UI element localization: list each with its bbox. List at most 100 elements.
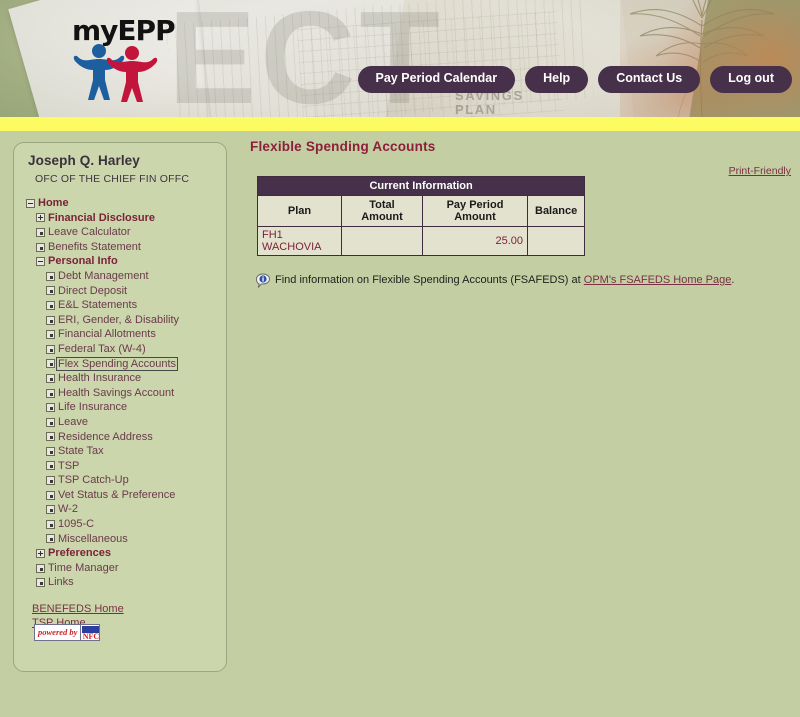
sidebar-item-label: ERI, Gender, & Disability xyxy=(58,313,180,326)
sidebar-item-state-tax[interactable]: State Tax xyxy=(22,444,218,459)
sidebar-item-flex-spending-accounts[interactable]: Flex Spending Accounts xyxy=(22,356,218,372)
sidebar-item-label: Benefits Statement xyxy=(48,240,141,253)
current-information-table: Current Information Plan Total Amount Pa… xyxy=(256,176,586,256)
pay-period-calendar-button[interactable]: Pay Period Calendar xyxy=(357,66,516,93)
expand-icon[interactable] xyxy=(36,549,45,559)
log-out-button[interactable]: Log out xyxy=(710,66,792,93)
sidebar-item-preferences[interactable]: Preferences xyxy=(22,546,218,561)
user-organization: OFC OF THE CHIEF FIN OFFC xyxy=(35,173,190,185)
nfc-logo-icon: NFC xyxy=(80,625,100,640)
leaf-node-icon xyxy=(36,242,45,252)
sidebar-item-label: Vet Status & Preference xyxy=(58,488,176,501)
leaf-node-icon xyxy=(46,388,55,398)
sidebar-item-label: Personal Info xyxy=(48,255,118,268)
leaf-node-icon xyxy=(36,227,45,237)
sidebar-item-links[interactable]: Links xyxy=(22,575,218,590)
expand-icon[interactable] xyxy=(36,213,45,223)
sidebar-item-label: Leave xyxy=(58,415,88,428)
sidebar-item-health-insurance[interactable]: Health Insurance xyxy=(22,371,218,386)
leaf-node-icon xyxy=(46,330,55,340)
print-friendly-link[interactable]: Print-Friendly xyxy=(729,165,791,177)
main-content: Flexible Spending Accounts Print-Friendl… xyxy=(250,139,794,289)
leaf-node-icon xyxy=(46,300,55,310)
sidebar-item-financial-allotments[interactable]: Financial Allotments xyxy=(22,327,218,342)
leaf-node-icon xyxy=(46,505,55,515)
leaf-node-icon xyxy=(46,534,55,544)
cell-total-amount xyxy=(341,226,423,256)
sidebar-item-e-l-statements[interactable]: E&L Statements xyxy=(22,298,218,313)
leaf-node-icon xyxy=(46,271,55,281)
opm-fsafeds-home-page-link[interactable]: OPM's FSAFEDS Home Page xyxy=(584,274,732,286)
sidebar-item-label: Health Savings Account xyxy=(58,386,175,399)
page-title: Flexible Spending Accounts xyxy=(250,139,436,154)
sidebar-item-health-savings-account[interactable]: Health Savings Account xyxy=(22,386,218,401)
sidebar-item-label: W-2 xyxy=(58,503,78,516)
leaf-node-icon xyxy=(46,417,55,427)
table-caption: Current Information xyxy=(256,176,586,196)
sidebar-item-tsp[interactable]: TSP xyxy=(22,459,218,474)
cell-pay-period-amount: 25.00 xyxy=(422,226,528,256)
user-name: Joseph Q. Harley xyxy=(28,153,140,168)
site-header: ECT SAVINGS PLAN myEPP xyxy=(0,0,800,117)
table-header-row: Plan Total Amount Pay Period Amount Bala… xyxy=(257,195,586,227)
contact-us-button[interactable]: Contact Us xyxy=(598,66,701,93)
myepp-logo[interactable]: myEPP xyxy=(66,14,176,102)
sidebar-item-direct-deposit[interactable]: Direct Deposit xyxy=(22,284,218,299)
sidebar-item-personal-info[interactable]: Personal Info xyxy=(22,254,218,269)
sidebar-item-federal-tax-w-4[interactable]: Federal Tax (W-4) xyxy=(22,342,218,357)
sidebar-item-leave[interactable]: Leave xyxy=(22,415,218,430)
table-row: FH1 WACHOVIA 25.00 xyxy=(257,226,586,256)
sidebar-item-label: Preferences xyxy=(48,547,111,560)
leaf-node-icon xyxy=(46,446,55,456)
leaf-node-icon xyxy=(46,432,55,442)
help-button[interactable]: Help xyxy=(525,66,589,93)
collapse-icon[interactable] xyxy=(36,257,45,267)
sidebar-item-debt-management[interactable]: Debt Management xyxy=(22,269,218,284)
leaf-node-icon xyxy=(46,315,55,325)
fsafeds-info-line: Find information on Flexible Spending Ac… xyxy=(255,273,794,289)
powered-by-nfc-badge: powered by NFC xyxy=(34,624,101,641)
sidebar-item-vet-status-preference[interactable]: Vet Status & Preference xyxy=(22,488,218,503)
sidebar-item-label: TSP Catch-Up xyxy=(58,474,129,487)
sidebar-item-label: E&L Statements xyxy=(58,299,138,312)
info-text-after: . xyxy=(731,274,735,286)
sidebar-item-home[interactable]: Home xyxy=(22,196,218,211)
table-body: FH1 WACHOVIA 25.00 xyxy=(257,226,586,256)
cell-plan: FH1 WACHOVIA xyxy=(257,226,342,256)
column-header-balance: Balance xyxy=(526,195,586,227)
column-header-pay-period: Pay Period Amount xyxy=(422,195,528,227)
sidebar-item-financial-disclosure[interactable]: Financial Disclosure xyxy=(22,211,218,226)
column-header-plan: Plan xyxy=(257,195,342,227)
leaf-node-icon xyxy=(46,403,55,413)
cell-balance xyxy=(526,226,586,256)
sidebar-item-life-insurance[interactable]: Life Insurance xyxy=(22,400,218,415)
leaf-node-icon xyxy=(36,578,45,588)
yellow-divider-band xyxy=(0,117,800,131)
sidebar-item-residence-address[interactable]: Residence Address xyxy=(22,430,218,445)
leaf-node-icon xyxy=(46,476,55,486)
sidebar-item-label: Leave Calculator xyxy=(48,226,131,239)
benefeds-home-link[interactable]: BENEFEDS Home xyxy=(32,602,218,616)
sidebar-item-benefits-statement[interactable]: Benefits Statement xyxy=(22,240,218,255)
sidebar-item-miscellaneous[interactable]: Miscellaneous xyxy=(22,532,218,547)
navigation-tree: Home Financial Disclosure Leave Calculator… xyxy=(22,196,218,590)
leaf-node-icon xyxy=(46,490,55,500)
sidebar-item-label: State Tax xyxy=(58,445,104,458)
sidebar-item-eri-gender-disability[interactable]: ERI, Gender, & Disability xyxy=(22,313,218,328)
sidebar-item-label: Home xyxy=(38,197,69,209)
sidebar-item-1095-c[interactable]: 1095-C xyxy=(22,517,218,532)
nfc-logo-label: NFC xyxy=(82,632,100,640)
header-nav: Pay Period Calendar Help Contact Us Log … xyxy=(357,66,792,93)
sidebar-item-label: Financial Allotments xyxy=(58,328,156,341)
sidebar-item-label: Federal Tax (W-4) xyxy=(58,342,146,355)
sidebar-item-w-2[interactable]: W-2 xyxy=(22,502,218,517)
sidebar-item-leave-calculator[interactable]: Leave Calculator xyxy=(22,225,218,240)
collapse-icon[interactable] xyxy=(26,198,35,208)
sidebar-item-tsp-catch-up[interactable]: TSP Catch-Up xyxy=(22,473,218,488)
sidebar-item-label: Direct Deposit xyxy=(58,284,128,297)
sidebar-item-time-manager[interactable]: Time Manager xyxy=(22,561,218,576)
leaf-node-icon xyxy=(46,461,55,471)
leaf-node-icon xyxy=(46,359,55,369)
sidebar-item-label: Time Manager xyxy=(48,561,119,574)
sidebar-item-label: Miscellaneous xyxy=(58,532,128,545)
